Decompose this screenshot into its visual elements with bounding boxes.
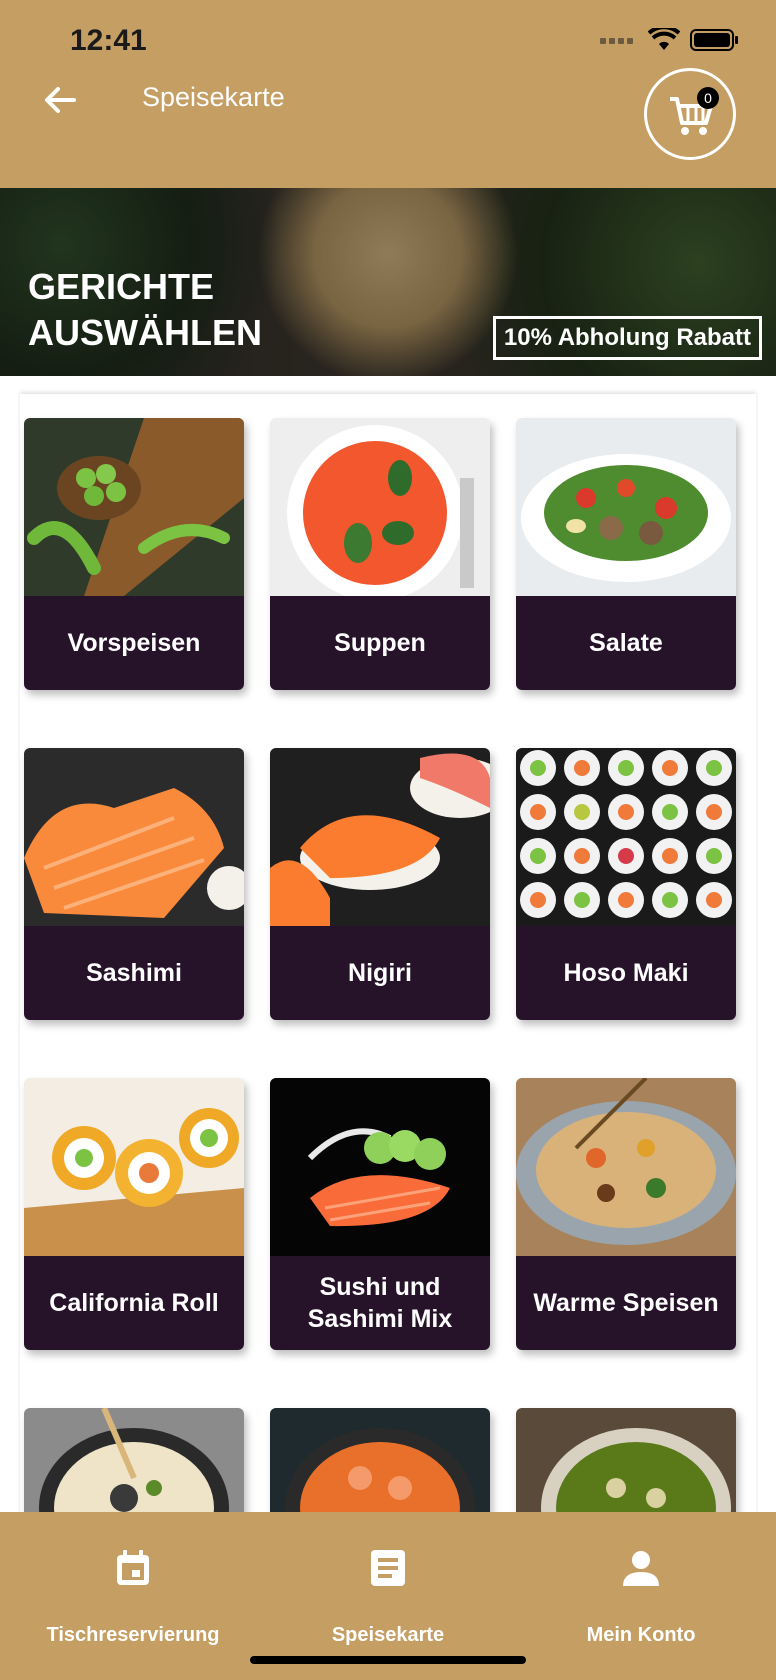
- banner-title-line1: GERICHTE: [28, 266, 215, 307]
- app-header: 12:41 Speisekarte 0: [0, 0, 776, 188]
- wifi-icon: [648, 28, 680, 50]
- category-label: Warme Speisen: [516, 1256, 736, 1350]
- category-label: California Roll: [24, 1256, 244, 1350]
- category-card-nigiri[interactable]: Nigiri: [270, 748, 490, 1020]
- discount-badge: 10% Abholung Rabatt: [492, 316, 762, 360]
- banner-title: GERICHTE AUSWÄHLEN: [28, 264, 262, 356]
- bottom-navigation: Tischreservierung Speisekarte Mein Konto: [0, 1512, 776, 1680]
- battery-icon: [690, 29, 738, 51]
- nigiri-image: [270, 748, 490, 926]
- california-roll-image: [24, 1078, 244, 1256]
- page-title: Speisekarte: [142, 82, 285, 112]
- cart-button[interactable]: 0: [644, 68, 736, 160]
- suppen-image: [270, 418, 490, 596]
- category-label: Vorspeisen: [24, 596, 244, 690]
- category-label: Hoso Maki: [516, 926, 736, 1020]
- nav-mein-konto[interactable]: Mein Konto: [512, 1512, 770, 1646]
- status-time: 12:41: [70, 24, 147, 57]
- category-card-sashimi[interactable]: Sashimi: [24, 748, 244, 1020]
- arrow-left-icon: [45, 87, 76, 113]
- category-label: Nigiri: [270, 926, 490, 1020]
- signal-icon: [600, 38, 633, 44]
- person-icon: [623, 1551, 659, 1586]
- status-icons: [600, 28, 740, 52]
- warme-speisen-image: [516, 1078, 736, 1256]
- back-button[interactable]: [40, 80, 80, 120]
- category-card-vorspeisen[interactable]: Vorspeisen: [24, 418, 244, 690]
- calendar-icon: [117, 1550, 149, 1585]
- category-card-suppen[interactable]: Suppen: [270, 418, 490, 690]
- cart-count-badge: 0: [697, 87, 719, 109]
- category-label: Suppen: [270, 596, 490, 690]
- menu-document-icon: [371, 1550, 405, 1586]
- category-label: Sashimi: [24, 926, 244, 1020]
- nav-tischreservierung[interactable]: Tischreservierung: [4, 1512, 262, 1646]
- salate-image: [516, 418, 736, 596]
- category-card-salate[interactable]: Salate: [516, 418, 736, 690]
- nav-label: Mein Konto: [586, 1624, 696, 1646]
- category-card-warme-speisen[interactable]: Warme Speisen: [516, 1078, 736, 1350]
- nav-label: Speisekarte: [331, 1624, 445, 1646]
- category-label: Sushi und Sashimi Mix: [270, 1256, 490, 1350]
- home-indicator: [250, 1656, 526, 1664]
- banner-title-line2: AUSWÄHLEN: [28, 312, 262, 353]
- category-card-california-roll[interactable]: California Roll: [24, 1078, 244, 1350]
- nav-speisekarte[interactable]: Speisekarte: [259, 1512, 517, 1646]
- sashimi-image: [24, 748, 244, 926]
- category-card-sushi-sashimi-mix[interactable]: Sushi und Sashimi Mix: [270, 1078, 490, 1350]
- sushi-sashimi-mix-image: [270, 1078, 490, 1256]
- hero-banner: GERICHTE AUSWÄHLEN 10% Abholung Rabatt: [0, 188, 776, 376]
- category-label: Salate: [516, 596, 736, 690]
- vorspeisen-image: [24, 418, 244, 596]
- nav-label: Tischreservierung: [46, 1624, 220, 1646]
- category-card-hoso-maki[interactable]: Hoso Maki: [516, 748, 736, 1020]
- hoso-maki-image: [516, 748, 736, 926]
